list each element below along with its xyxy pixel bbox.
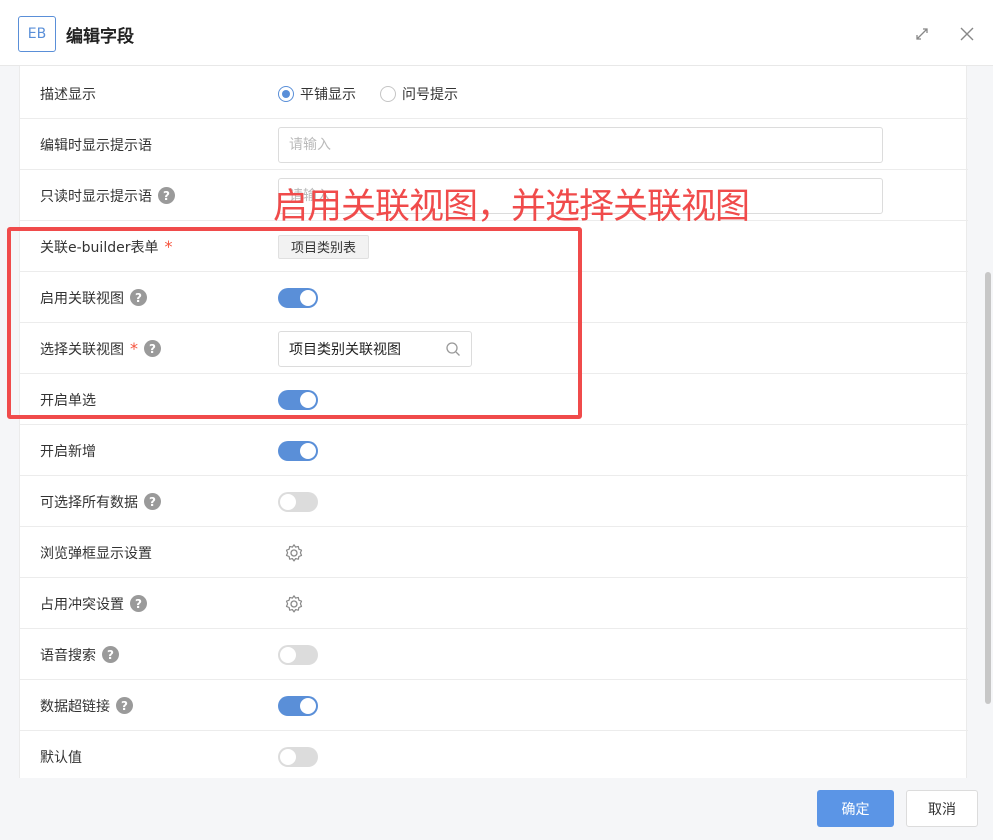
row-label-wrap: 语音搜索 ? [40, 629, 119, 680]
row-select-all-data: 可选择所有数据 ? [20, 476, 968, 527]
row-label: 数据超链接 [40, 698, 110, 715]
linked-form-tag[interactable]: 项目类别表 [278, 234, 370, 259]
cancel-button[interactable]: 取消 [906, 790, 978, 827]
app-logo: EB [18, 16, 56, 52]
row-label-wrap: 关联e-builder表单 * [40, 221, 172, 272]
field-settings-form: 描述显示 平铺显示 问号提示 编辑时显示提示语 请输入 只读时显示提示语 ? 请… [19, 66, 968, 778]
row-label-wrap: 选择关联视图 * ? [40, 323, 161, 374]
single-select-toggle[interactable] [278, 389, 318, 410]
help-icon[interactable]: ? [130, 289, 147, 306]
enable-linked-view-toggle[interactable] [278, 287, 318, 308]
row-label-wrap: 数据超链接 ? [40, 680, 133, 731]
help-icon[interactable]: ? [130, 595, 147, 612]
row-desc-display: 描述显示 平铺显示 问号提示 [20, 68, 968, 119]
close-icon[interactable] [957, 24, 977, 44]
row-select-linked-view: 选择关联视图 * ? 项目类别关联视图 [20, 323, 968, 374]
voice-search-toggle[interactable] [278, 644, 318, 665]
expand-icon[interactable] [912, 24, 932, 44]
row-data-hyperlink: 数据超链接 ? [20, 680, 968, 731]
search-icon[interactable] [445, 341, 461, 357]
row-enable-linked-view: 启用关联视图 ? [20, 272, 968, 323]
radio-tile-display[interactable]: 平铺显示 [278, 84, 356, 104]
radio-dot [380, 85, 396, 102]
row-label: 浏览弹框显示设置 [40, 545, 152, 562]
radio-question-tip[interactable]: 问号提示 [380, 84, 458, 104]
linked-view-value: 项目类别关联视图 [289, 341, 401, 358]
row-label-wrap: 启用关联视图 ? [40, 272, 147, 323]
row-label-wrap: 占用冲突设置 ? [40, 578, 147, 629]
required-mark: * [130, 339, 138, 358]
radio-dot [278, 85, 294, 102]
dialog-header: EB 编辑字段 [0, 0, 993, 66]
row-label: 语音搜索 [40, 647, 96, 664]
radio-label: 平铺显示 [300, 86, 356, 103]
row-enable-add: 开启新增 [20, 425, 968, 476]
gear-icon[interactable] [284, 594, 304, 614]
default-value-toggle[interactable] [278, 746, 318, 767]
edit-field-dialog: EB 编辑字段 描述显示 平铺显示 问号提示 编辑时显示提示语 请输入 只读时显… [0, 0, 993, 840]
row-label: 选择关联视图 [40, 341, 124, 358]
data-hyperlink-toggle[interactable] [278, 695, 318, 716]
row-label: 可选择所有数据 [40, 494, 138, 511]
edit-hint-input[interactable] [278, 126, 883, 163]
help-icon[interactable]: ? [144, 340, 161, 357]
row-edit-hint: 编辑时显示提示语 [20, 119, 968, 170]
linked-view-browse-field[interactable]: 项目类别关联视图 [278, 330, 472, 367]
row-label-wrap: 只读时显示提示语 ? [40, 170, 175, 221]
dialog-body: 描述显示 平铺显示 问号提示 编辑时显示提示语 请输入 只读时显示提示语 ? 请… [0, 66, 993, 778]
ok-button[interactable]: 确定 [817, 790, 894, 827]
row-label: 关联e-builder表单 [40, 239, 159, 256]
radio-label: 问号提示 [402, 86, 458, 103]
row-label: 启用关联视图 [40, 290, 124, 307]
row-voice-search: 语音搜索 ? [20, 629, 968, 680]
help-icon[interactable]: ? [158, 187, 175, 204]
row-label: 开启单选 [40, 392, 96, 409]
row-label: 默认值 [40, 749, 82, 766]
row-label: 占用冲突设置 [40, 596, 124, 613]
enable-add-toggle[interactable] [278, 440, 318, 461]
row-single-select: 开启单选 [20, 374, 968, 425]
gear-icon[interactable] [284, 543, 304, 563]
select-all-data-toggle[interactable] [278, 491, 318, 512]
dialog-footer: 确定 取消 [0, 778, 993, 840]
row-label: 开启新增 [40, 443, 96, 460]
help-icon[interactable]: ? [102, 646, 119, 663]
row-default-value: 默认值 [20, 731, 968, 778]
help-icon[interactable]: ? [116, 697, 133, 714]
row-label: 编辑时显示提示语 [40, 137, 152, 154]
desc-display-radio-group: 平铺显示 问号提示 [278, 68, 482, 119]
row-browse-popup-settings: 浏览弹框显示设置 [20, 527, 968, 578]
row-label: 描述显示 [40, 86, 96, 103]
annotation-text: 启用关联视图，并选择关联视图 [273, 187, 750, 227]
help-icon[interactable]: ? [144, 493, 161, 510]
row-label: 只读时显示提示语 [40, 188, 152, 205]
scrollbar[interactable] [985, 272, 991, 704]
row-conflict-settings: 占用冲突设置 ? [20, 578, 968, 629]
dialog-title: 编辑字段 [66, 27, 134, 47]
required-mark: * [164, 237, 173, 256]
row-label-wrap: 可选择所有数据 ? [40, 476, 161, 527]
